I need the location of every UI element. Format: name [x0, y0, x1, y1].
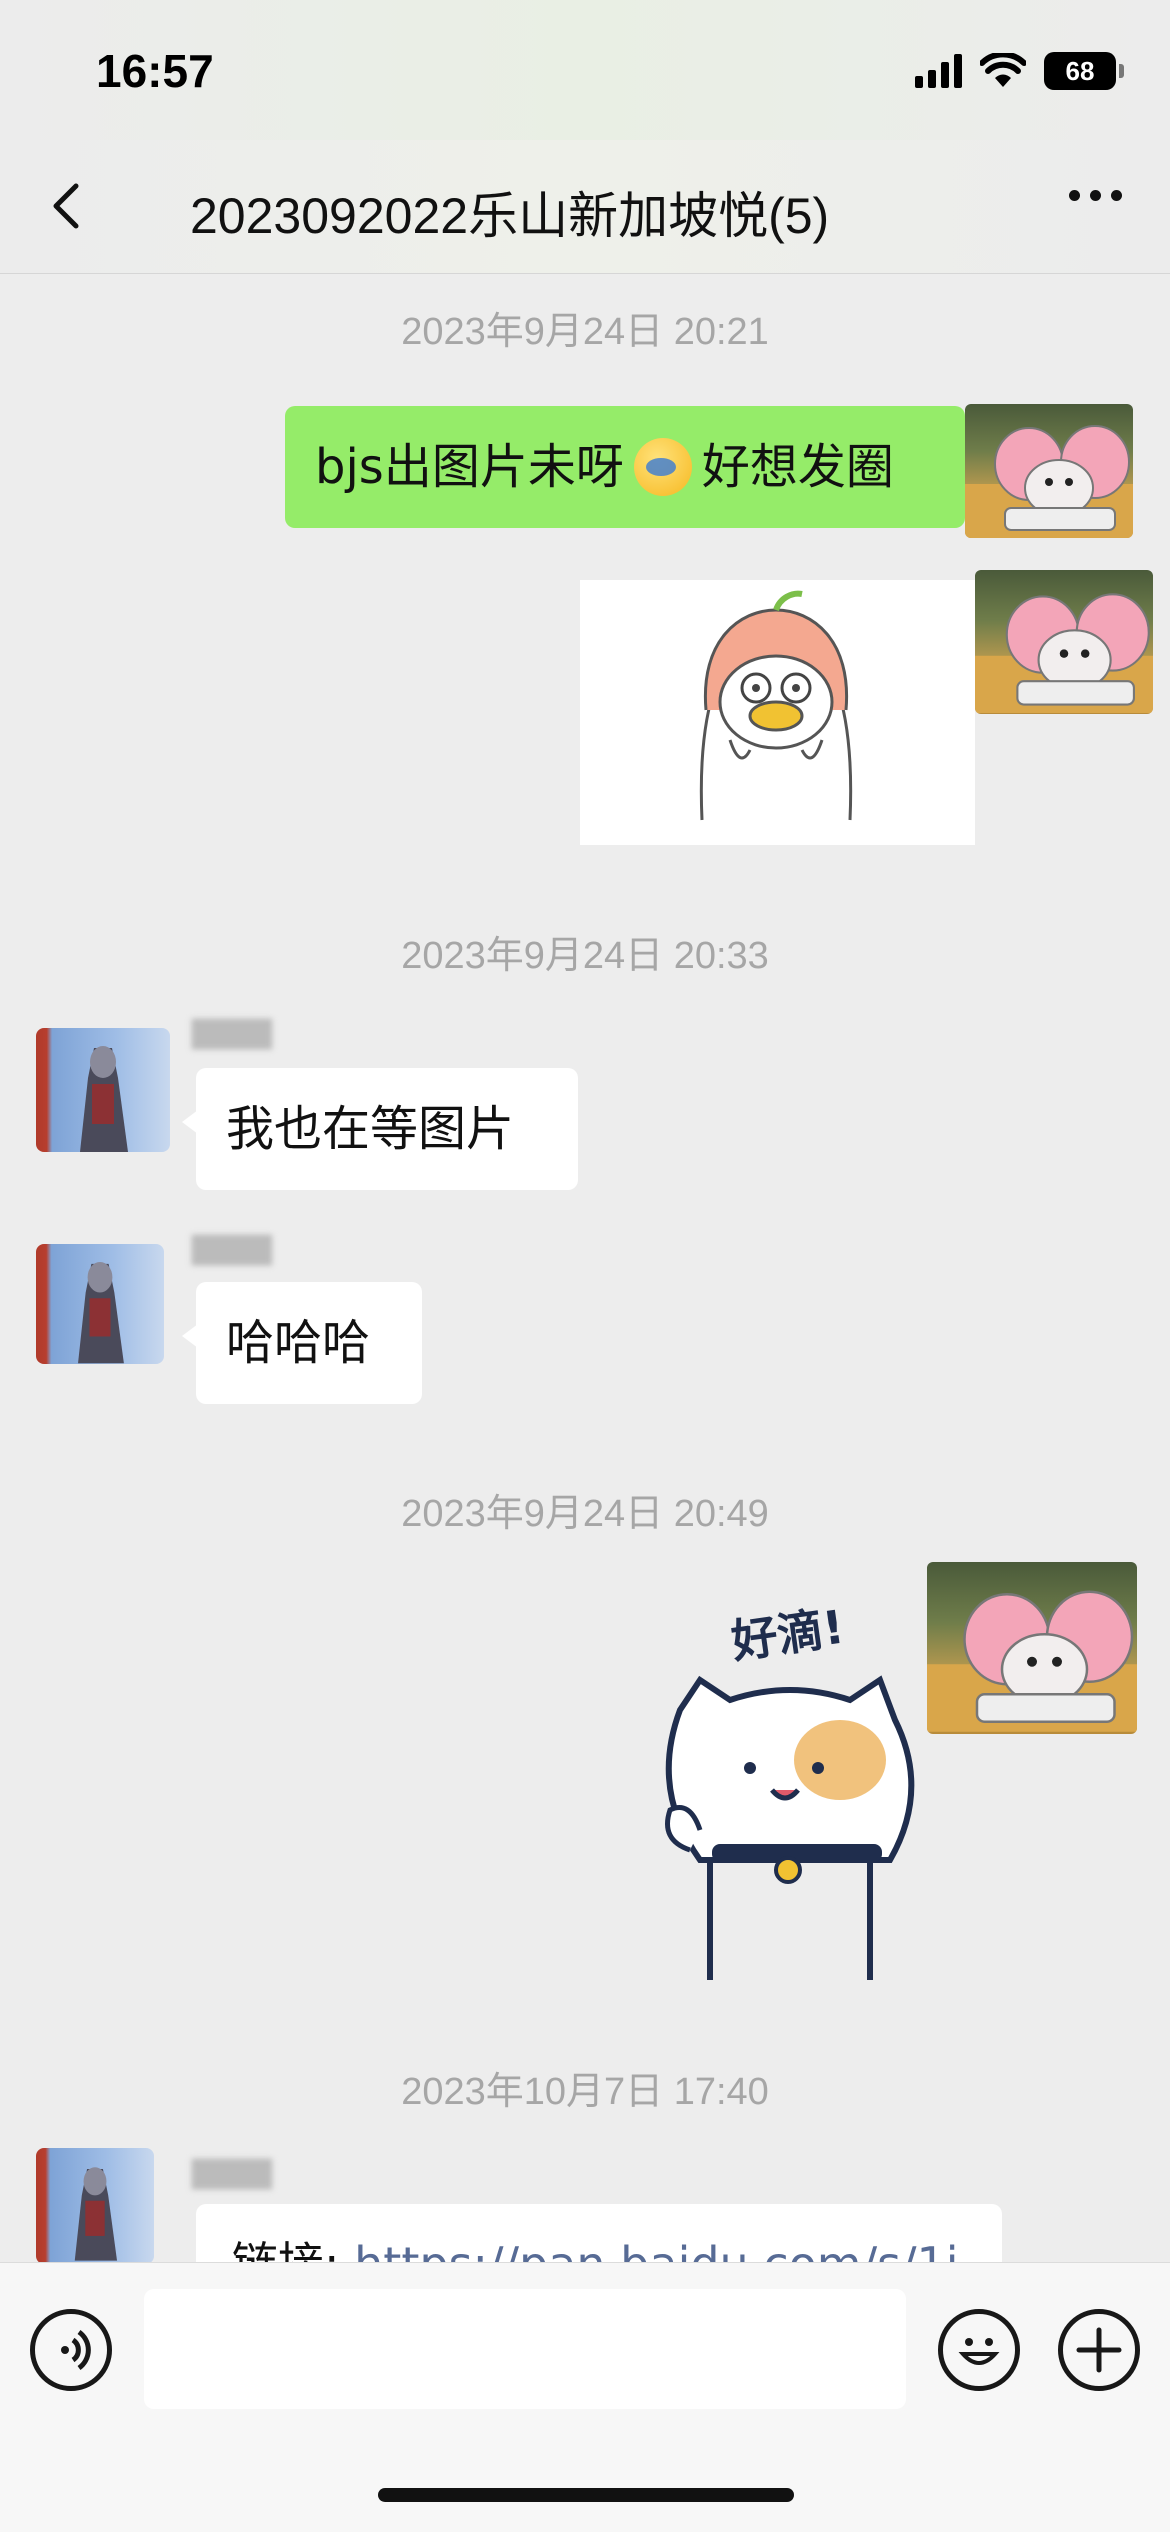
- battery-icon: 68: [1044, 52, 1124, 90]
- cellular-signal-icon: [915, 54, 962, 88]
- back-icon[interactable]: [40, 176, 100, 236]
- my-avatar[interactable]: [975, 570, 1153, 714]
- mouse-avatar-image: [965, 425, 1133, 538]
- timestamp: 2023年9月24日 20:33: [401, 935, 769, 977]
- emoji-icon[interactable]: [938, 2309, 1020, 2391]
- contact-avatar[interactable]: [36, 2148, 154, 2264]
- mouse-avatar-image: [975, 593, 1153, 713]
- message-input[interactable]: [144, 2289, 906, 2409]
- ultraman-avatar-image: [74, 2167, 118, 2261]
- chat-header: 2023092022乐山新加坡悦(5): [0, 140, 1170, 274]
- voice-icon[interactable]: [30, 2309, 112, 2391]
- message-text: 哈哈哈: [226, 1315, 371, 1371]
- timestamp: 2023年9月24日 20:49: [401, 1493, 769, 1535]
- message-bubble-received[interactable]: 我也在等图片: [182, 1068, 578, 1190]
- message-bubble-received[interactable]: 哈哈哈: [182, 1282, 422, 1404]
- peach-duck-sticker-image: [699, 590, 853, 821]
- timestamp: 2023年10月7日 17:40: [401, 2071, 769, 2113]
- message-text: 我也在等图片: [226, 1101, 515, 1157]
- chat-title: 2023092022乐山新加坡悦(5): [190, 188, 830, 244]
- my-avatar[interactable]: [927, 1562, 1137, 1734]
- contact-avatar[interactable]: [36, 1244, 164, 1364]
- sticker-caption: 好滴!: [727, 1600, 847, 1669]
- plus-icon[interactable]: [1058, 2309, 1140, 2391]
- ultraman-avatar-image: [80, 1046, 128, 1152]
- my-avatar[interactable]: [965, 404, 1133, 538]
- salute-face-emoji-icon: [633, 438, 692, 496]
- wifi-icon: [980, 53, 1026, 87]
- message-text: 好想发圈: [701, 439, 894, 495]
- message-text: bjs出图片未呀: [315, 439, 624, 495]
- sender-name-blurred: ████: [192, 1236, 272, 1266]
- home-indicator[interactable]: [378, 2488, 794, 2502]
- status-time: 16:57: [96, 45, 214, 97]
- sender-name-blurred: ████: [192, 2160, 272, 2190]
- sender-name-blurred: ████: [192, 1020, 272, 1050]
- ultraman-avatar-image: [78, 1261, 124, 1364]
- white-cat-sticker-image: 好滴!: [665, 1600, 915, 1980]
- timestamp: 2023年9月24日 20:21: [401, 311, 769, 353]
- sticker-message[interactable]: [580, 580, 975, 845]
- message-bubble-sent[interactable]: bjs出图片未呀 好想发圈: [285, 406, 979, 528]
- mouse-avatar-image: [927, 1590, 1137, 1732]
- more-icon[interactable]: [1069, 190, 1122, 201]
- status-bar: 16:57 68: [0, 0, 1170, 140]
- sticker-message[interactable]: 好滴!: [640, 1600, 940, 1990]
- status-icons: 68: [915, 52, 1124, 90]
- contact-avatar[interactable]: [36, 1028, 170, 1152]
